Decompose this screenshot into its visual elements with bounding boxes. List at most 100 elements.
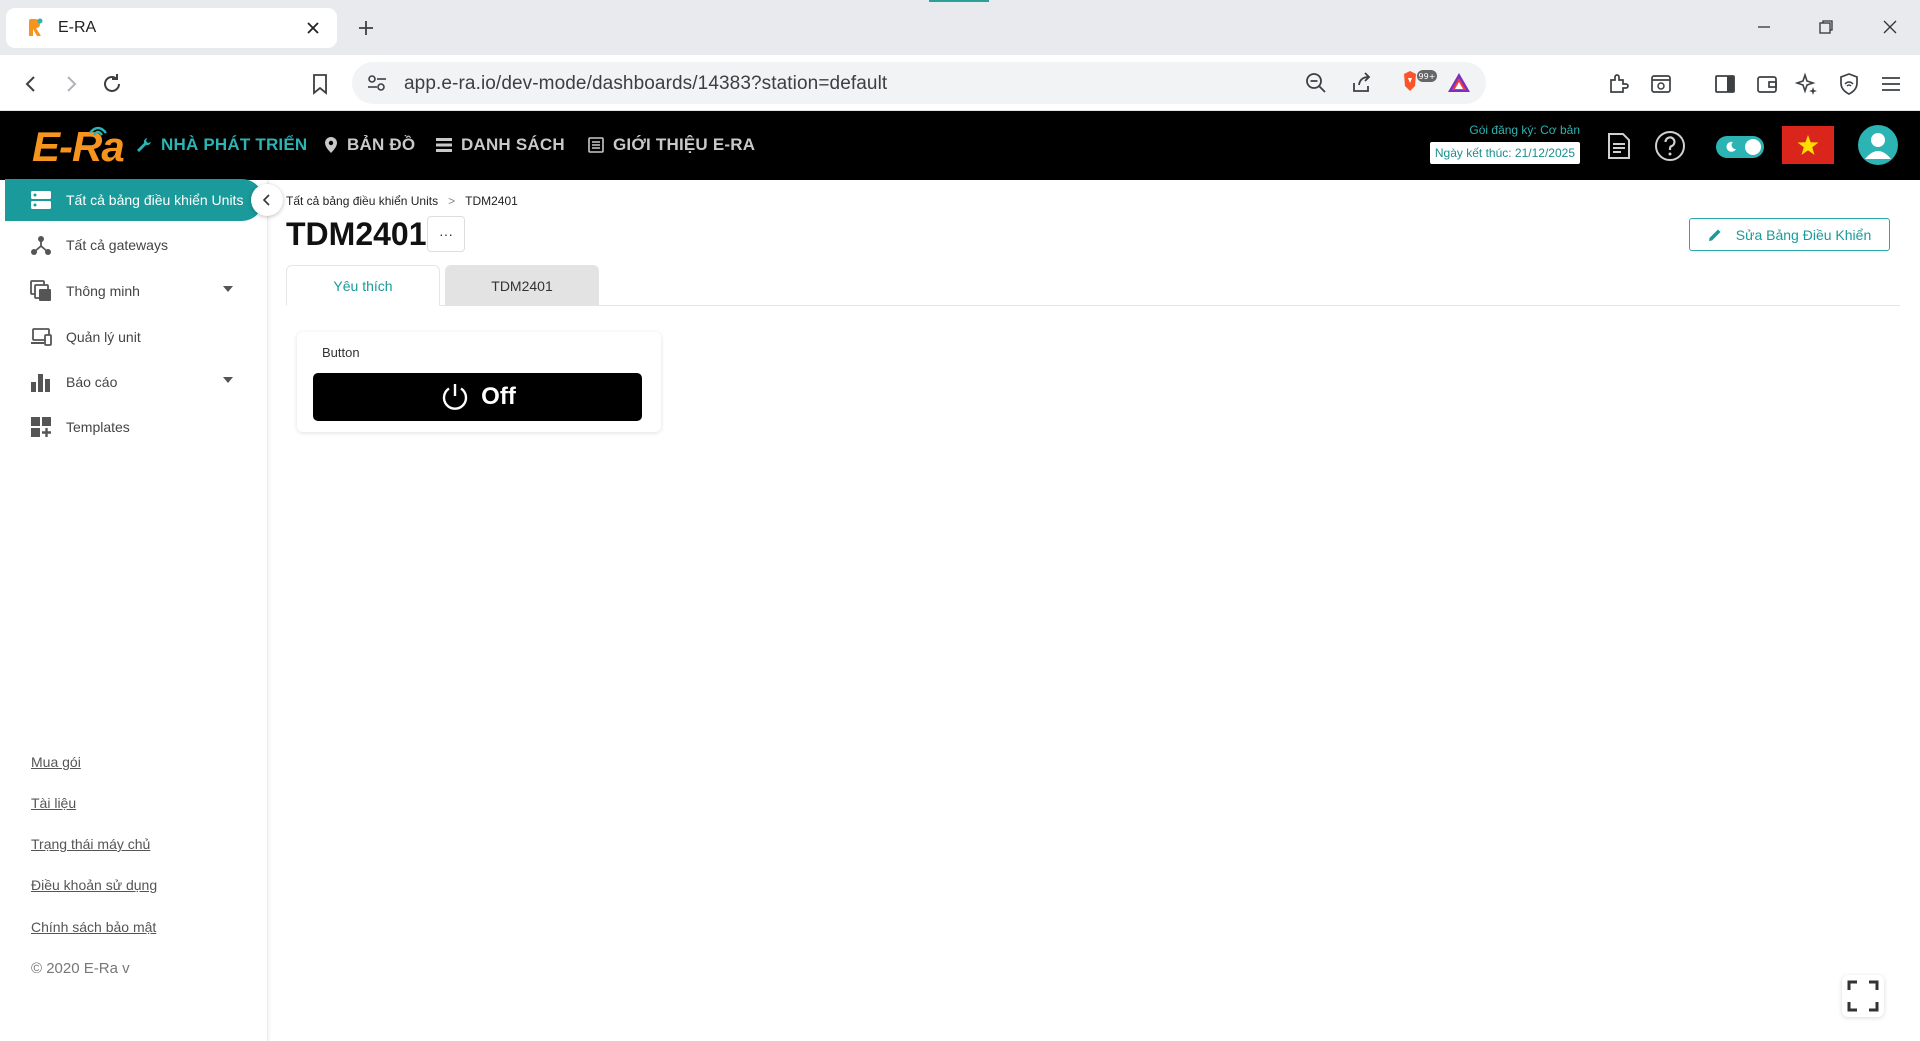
footer-link-buy-plan[interactable]: Mua gói	[31, 754, 81, 770]
dark-mode-toggle[interactable]	[1716, 136, 1764, 158]
breadcrumb-separator: >	[448, 194, 456, 208]
power-toggle-button[interactable]: Off	[313, 373, 642, 421]
nav-developer-label: NHÀ PHÁT TRIỂN	[161, 135, 308, 154]
nav-list-label: DANH SÁCH	[461, 135, 565, 154]
nav-map-label: BẢN ĐỒ	[347, 135, 416, 154]
breadcrumb-current: TDM2401	[465, 194, 518, 208]
dashboard-tabs: Yêu thích TDM2401	[286, 265, 1900, 306]
sidebar-item-unit-management[interactable]: Quản lý unit	[0, 316, 268, 358]
sidebar-item-reports[interactable]: Báo cáo	[0, 361, 268, 403]
leo-ai-icon[interactable]	[1792, 69, 1822, 99]
vpn-icon[interactable]	[1834, 69, 1864, 99]
breadcrumb: Tất cả bảng điều khiển Units > TDM2401	[286, 194, 518, 208]
toggle-knob	[1745, 139, 1761, 155]
forward-icon[interactable]	[56, 69, 86, 99]
button-widget: Button Off	[297, 332, 661, 432]
sidebar-item-templates[interactable]: Templates	[0, 406, 268, 448]
close-window-icon[interactable]	[1870, 10, 1910, 44]
edit-dashboard-button[interactable]: Sửa Bảng Điều Khiển	[1689, 218, 1890, 251]
brave-badge-count: 99+	[1419, 72, 1436, 81]
tab-bar-accent	[929, 0, 989, 2]
power-state-label: Off	[481, 383, 516, 410]
back-icon[interactable]	[16, 69, 46, 99]
sidebar: Tất cả bảng điều khiển Units Tất cả gate…	[0, 179, 268, 1041]
extensions-icon[interactable]	[1604, 69, 1634, 99]
tab-tdm2401[interactable]: TDM2401	[445, 265, 599, 306]
era-logo[interactable]: E-Ra	[32, 121, 125, 171]
footer-link-docs[interactable]: Tài liệu	[31, 795, 76, 811]
wrench-icon	[137, 138, 151, 152]
sidebar-item-label: Quản lý unit	[66, 329, 141, 345]
widget-label: Button	[322, 345, 360, 360]
fullscreen-icon	[1847, 980, 1879, 1012]
sidebar-toggle-icon[interactable]	[1710, 69, 1740, 99]
url-text[interactable]: app.e-ra.io/dev-mode/dashboards/14383?st…	[404, 73, 887, 95]
nav-developer[interactable]: NHÀ PHÁT TRIỂN	[136, 135, 307, 155]
help-icon[interactable]	[1652, 128, 1688, 164]
restore-window-icon[interactable]	[1806, 10, 1846, 44]
gateway-icon	[31, 236, 51, 255]
footer-link-server-status[interactable]: Trạng thái máy chủ	[31, 836, 150, 852]
footer-link-terms[interactable]: Điều khoản sử dụng	[31, 877, 157, 893]
tab-favorites[interactable]: Yêu thích	[286, 265, 440, 306]
news-icon	[588, 137, 604, 153]
brave-rewards-icon[interactable]	[1446, 71, 1472, 95]
close-tab-icon[interactable]	[301, 16, 325, 40]
sidebar-item-label: Tất cả bảng điều khiển Units	[66, 192, 244, 208]
templates-icon	[31, 417, 51, 437]
brave-shields-icon[interactable]: 99+	[1400, 68, 1440, 98]
sidebar-item-gateways[interactable]: Tất cả gateways	[0, 224, 268, 266]
sidebar-item-label: Templates	[66, 419, 130, 435]
menu-icon[interactable]	[1876, 69, 1906, 99]
subscription-info: Gói đăng ký: Cơ bản Ngày kết thúc: 21/12…	[1422, 123, 1580, 164]
user-avatar-icon[interactable]	[1858, 125, 1898, 165]
edit-dashboard-label: Sửa Bảng Điều Khiển	[1735, 226, 1872, 243]
minimize-window-icon[interactable]	[1744, 10, 1784, 44]
caret-down-icon[interactable]	[222, 376, 234, 384]
moon-icon	[1726, 141, 1736, 152]
zoom-out-icon[interactable]	[1304, 71, 1328, 95]
subscription-plan: Gói đăng ký: Cơ bản	[1469, 123, 1580, 137]
main-content: Tất cả bảng điều khiển Units > TDM2401 T…	[270, 180, 1920, 1041]
page-title: TDM2401	[286, 216, 427, 252]
browser-toolbar: app.e-ra.io/dev-mode/dashboards/14383?st…	[0, 55, 1920, 111]
nav-about[interactable]: GIỚI THIỆU E-RA	[588, 135, 755, 155]
browser-tab[interactable]: E-RA	[6, 8, 337, 48]
sidebar-item-label: Thông minh	[66, 283, 140, 299]
fullscreen-button[interactable]	[1842, 975, 1884, 1017]
nav-list[interactable]: DANH SÁCH	[436, 135, 565, 155]
browser-tab-bar: E-RA	[0, 0, 1920, 55]
breadcrumb-all-dashboards[interactable]: Tất cả bảng điều khiển Units	[286, 194, 438, 208]
era-favicon-icon	[24, 17, 46, 39]
browser-tab-title: E-RA	[58, 19, 97, 36]
smart-icon	[30, 280, 51, 301]
sidebar-item-label: Tất cả gateways	[66, 237, 168, 253]
bar-chart-icon	[31, 374, 50, 392]
wallet-icon[interactable]	[1752, 69, 1782, 99]
copyright-text: © 2020 E-Ra v	[31, 960, 130, 977]
sidebar-item-smart[interactable]: Thông minh	[0, 270, 268, 312]
reader-mode-icon[interactable]	[1646, 69, 1676, 99]
nav-about-label: GIỚI THIỆU E-RA	[613, 135, 756, 154]
address-bar[interactable]: app.e-ra.io/dev-mode/dashboards/14383?st…	[352, 62, 1486, 104]
more-options-button[interactable]: ···	[427, 216, 465, 252]
share-icon[interactable]	[1350, 71, 1374, 95]
caret-down-icon[interactable]	[222, 285, 234, 293]
subscription-end-date: Ngày kết thúc: 21/12/2025	[1429, 142, 1580, 164]
footer-link-privacy[interactable]: Chính sách bảo mật	[31, 919, 156, 935]
vietnam-flag-icon[interactable]	[1782, 126, 1834, 164]
power-icon	[442, 384, 468, 410]
logo-wifi-icon	[89, 126, 107, 136]
devices-icon	[31, 328, 52, 346]
reload-icon[interactable]	[97, 69, 127, 99]
sidebar-item-all-dashboards[interactable]: Tất cả bảng điều khiển Units	[5, 179, 263, 221]
map-pin-icon	[325, 137, 337, 153]
bookmark-icon[interactable]	[305, 69, 335, 99]
nav-map[interactable]: BẢN ĐỒ	[324, 135, 415, 155]
sidebar-item-label: Báo cáo	[66, 374, 118, 390]
app-header: E-Ra NHÀ PHÁT TRIỂN BẢN ĐỒ DANH SÁCH GIỚ…	[0, 111, 1920, 180]
document-icon[interactable]	[1601, 128, 1637, 164]
new-tab-icon[interactable]	[352, 14, 380, 42]
site-settings-icon[interactable]	[366, 73, 388, 93]
list-icon	[436, 138, 452, 152]
